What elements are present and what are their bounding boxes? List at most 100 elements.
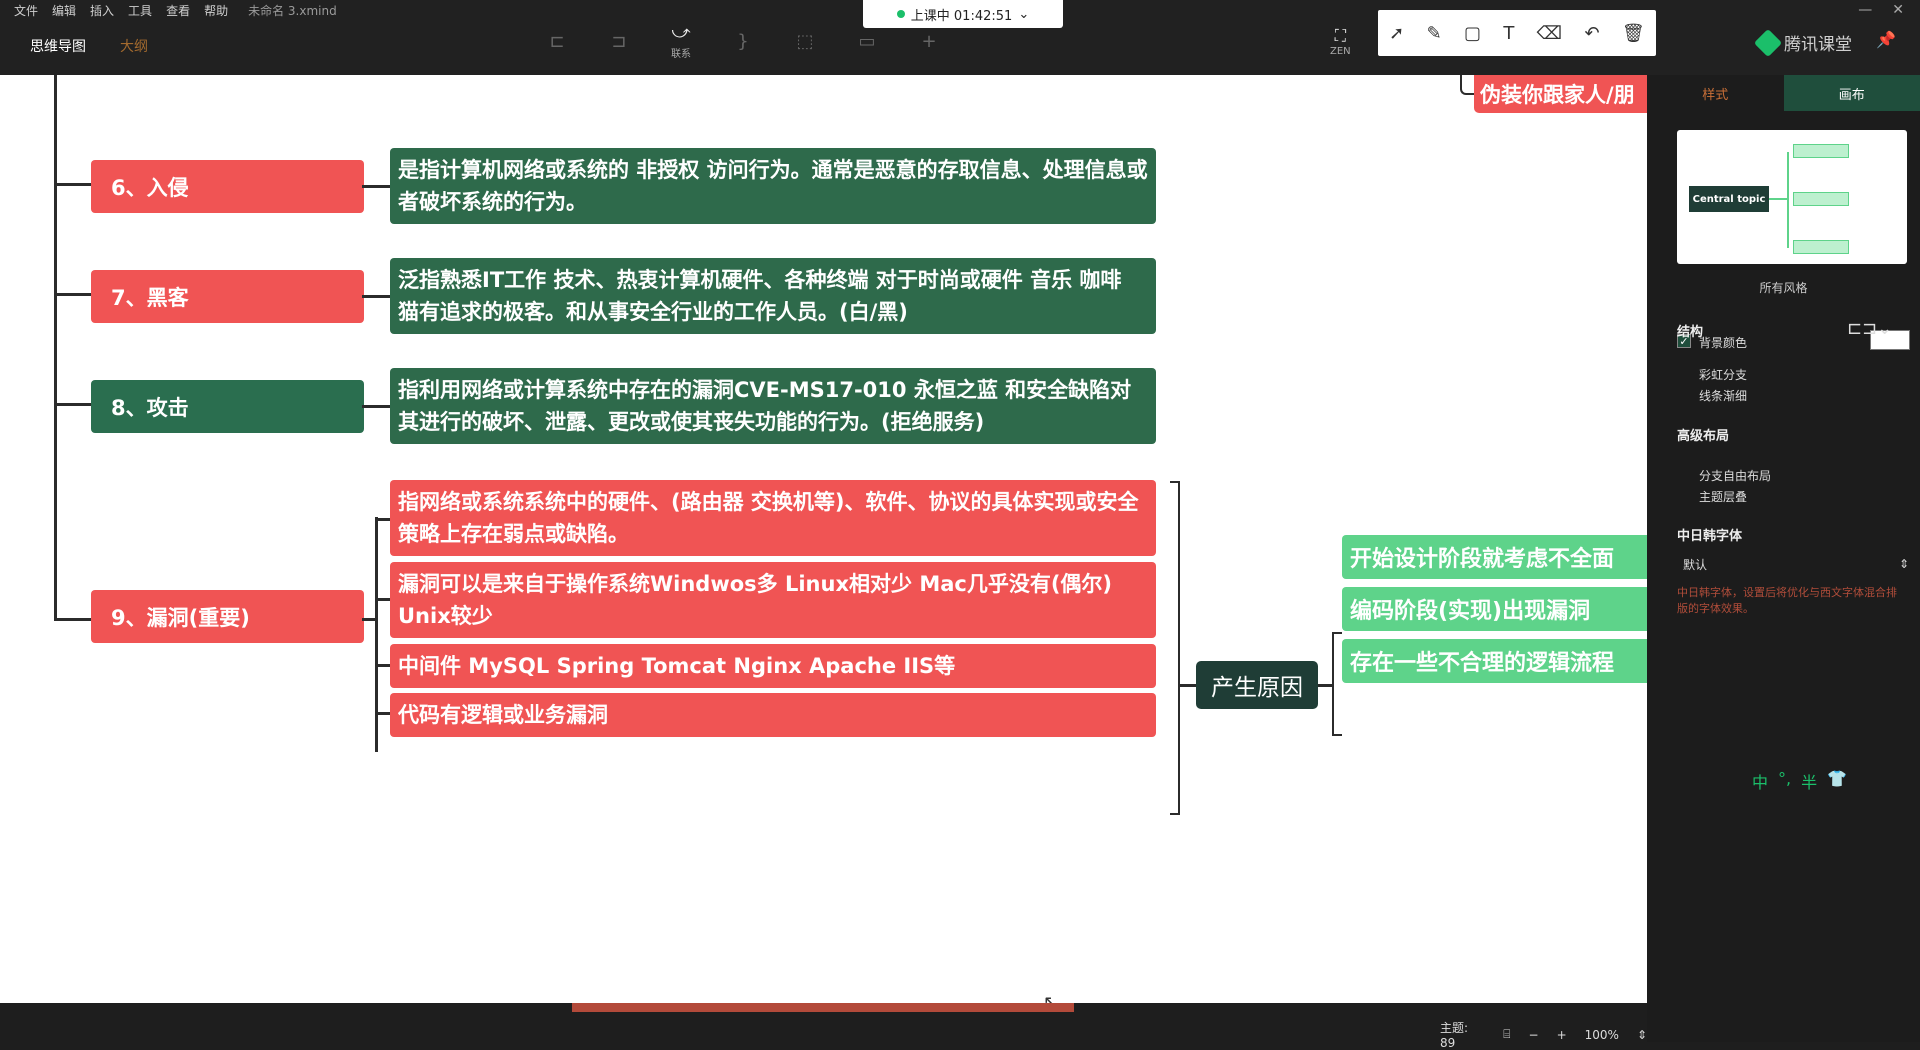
map-icon[interactable]: ⌸	[1503, 1027, 1510, 1042]
topic-vulnerability[interactable]: 9、漏洞(重要)	[91, 590, 364, 643]
menu-bar: 文件 编辑 插入 工具 查看 帮助 未命名 3.xmind	[0, 0, 337, 20]
mindmap-canvas[interactable]: 6、入侵 7、黑客 8、攻击 9、漏洞(重要) 是指计算机网络或系统的 非授权 …	[0, 75, 1647, 1003]
tab-outline[interactable]: 大纲	[120, 36, 148, 56]
undo-icon[interactable]: ↶	[1584, 23, 1599, 44]
brand-name: 腾讯课堂	[1784, 30, 1852, 55]
cjk-font-label: 中日韩字体	[1677, 525, 1742, 544]
live-status[interactable]: 上课中 01:42:51 ⌄	[863, 0, 1063, 28]
summary-button[interactable]: }	[726, 24, 760, 58]
definition-intrusion[interactable]: 是指计算机网络或系统的 非授权 访问行为。通常是恶意的存取信息、处理信息或者破坏…	[390, 148, 1156, 224]
horizontal-scrollbar[interactable]	[572, 1003, 1074, 1012]
pen-icon[interactable]: ✎	[1427, 23, 1442, 44]
definition-hacker[interactable]: 泛指熟悉IT工作 技术、热衷计算机硬件、各种终端 对于时尚或硬件 音乐 咖啡 猫…	[390, 258, 1156, 334]
branch-connector	[54, 618, 92, 621]
vulnerability-definition[interactable]: 指网络或系统系统中的硬件、(路由器 交换机等)、软件、协议的具体实现或安全策略上…	[390, 480, 1156, 556]
close-icon[interactable]: ✕	[1892, 2, 1904, 18]
all-styles-label[interactable]: 所有风格	[1647, 279, 1920, 296]
status-right: 主题: 89 ⌸ − + 100% ⇕	[1440, 1019, 1647, 1050]
branch-connector	[54, 183, 92, 186]
structure-icon[interactable]: ⊏⊐⌄	[1847, 318, 1892, 339]
pin-icon[interactable]: 📌	[1876, 30, 1896, 49]
chevron-down-icon[interactable]: ⌄	[1018, 7, 1029, 22]
topic-disguise-partial[interactable]: 伪装你跟家人/朋	[1474, 75, 1647, 113]
item-connector	[375, 664, 390, 667]
insert-button[interactable]: +	[912, 24, 946, 58]
updown-icon[interactable]: ⇕	[1637, 1028, 1647, 1042]
menu-edit[interactable]: 编辑	[52, 2, 76, 19]
definition-attack[interactable]: 指利用网络或计算系统中存在的漏洞CVE-MS17-010 永恒之蓝 和安全缺陷对…	[390, 368, 1156, 444]
branch-connector	[54, 403, 92, 406]
topic-hacker[interactable]: 7、黑客	[91, 270, 364, 323]
taper-lines-option[interactable]: 线条渐细	[1699, 387, 1747, 404]
summary-bracket	[1170, 481, 1180, 815]
vulnerability-code[interactable]: 代码有逻辑或业务漏洞	[390, 693, 1156, 737]
tab-style[interactable]: 样式	[1647, 75, 1784, 111]
cause-coding[interactable]: 编码阶段(实现)出现漏洞	[1342, 587, 1647, 631]
summary-icon: }	[737, 31, 748, 52]
summary-topic-causes[interactable]: 产生原因	[1196, 661, 1318, 709]
zen-label: ZEN	[1330, 46, 1351, 57]
cause-design[interactable]: 开始设计阶段就考虑不全面	[1342, 535, 1647, 579]
free-layout-option[interactable]: 分支自由布局	[1699, 467, 1771, 484]
topic-overlap-option[interactable]: 主题层叠	[1699, 488, 1747, 505]
rectangle-icon[interactable]: ▢	[1464, 23, 1481, 44]
tab-canvas[interactable]: 画布	[1784, 75, 1920, 111]
view-tabs: 思维导图 大纲	[30, 36, 148, 56]
rainbow-branch-option[interactable]: 彩虹分支	[1699, 366, 1747, 383]
mouse-cursor-icon: ↖	[1043, 992, 1058, 1003]
vulnerability-os[interactable]: 漏洞可以是来自于操作系统Windwos多 Linux相对少 Mac几乎没有(偶尔…	[390, 562, 1156, 638]
status-bar: 主题: 89 ⌸ − + 100% ⇕	[0, 1003, 1647, 1042]
ime-punctuation-icon: °,	[1778, 769, 1791, 793]
live-timer: 上课中 01:42:51	[911, 5, 1013, 24]
item-connector	[375, 518, 390, 521]
panel-tabs: 样式 画布	[1647, 75, 1920, 111]
partial-connector	[1460, 75, 1474, 95]
cause-logic[interactable]: 存在一些不合理的逻辑流程	[1342, 639, 1647, 683]
topic-connector	[362, 185, 390, 188]
tab-mindmap[interactable]: 思维导图	[30, 36, 86, 56]
preview-main-topic	[1793, 192, 1849, 206]
menu-file[interactable]: 文件	[14, 2, 38, 19]
zen-button[interactable]: ⛶ ZEN	[1330, 26, 1351, 57]
ime-toolbar[interactable]: 中 °, 半 👕	[1752, 769, 1847, 793]
eraser-icon[interactable]: ⌫	[1537, 23, 1562, 44]
vulnerability-middleware[interactable]: 中间件 MySQL Spring Tomcat Nginx Apache IIS…	[390, 644, 1156, 688]
preview-central-topic: Central topic	[1689, 186, 1769, 212]
delete-icon[interactable]: 🗑	[1622, 23, 1645, 44]
menu-view[interactable]: 查看	[166, 2, 190, 19]
topic-attack[interactable]: 8、攻击	[91, 380, 364, 433]
branch-line	[54, 75, 57, 621]
causes-bracket	[1332, 632, 1342, 736]
subtopic-icon: ⊐	[611, 31, 626, 52]
zoom-out-icon[interactable]: −	[1529, 1028, 1539, 1042]
topic-intrusion[interactable]: 6、入侵	[91, 160, 364, 213]
preview-line	[1769, 198, 1789, 200]
topic-connector	[362, 618, 376, 621]
pointer-icon[interactable]: ➚	[1389, 23, 1404, 44]
note-button[interactable]: ▭	[850, 24, 884, 58]
relation-label: 联系	[671, 45, 691, 60]
text-icon[interactable]: T	[1503, 23, 1514, 44]
file-name: 未命名 3.xmind	[248, 2, 337, 19]
menu-insert[interactable]: 插入	[90, 2, 114, 19]
subtopic-button[interactable]: ⊐	[602, 24, 636, 58]
boundary-button[interactable]: ⬚	[788, 24, 822, 58]
zoom-level[interactable]: 100%	[1585, 1028, 1619, 1042]
relation-button[interactable]: ⤻ 联系	[664, 24, 698, 58]
format-panel: 样式 画布 Central topic 所有风格 ✓ 背景颜色 结构 ⊏⊐⌄ 彩…	[1647, 75, 1920, 1042]
topic-connector	[362, 405, 390, 408]
menu-tools[interactable]: 工具	[128, 2, 152, 19]
topic-button[interactable]: ⊏	[540, 24, 574, 58]
ime-chinese-icon: 中	[1752, 769, 1768, 793]
minimize-icon[interactable]: —	[1858, 2, 1872, 18]
zoom-in-icon[interactable]: +	[1557, 1028, 1567, 1042]
menu-help[interactable]: 帮助	[204, 2, 228, 19]
cjk-font-value: 默认	[1683, 556, 1707, 573]
topic-count: 主题: 89	[1440, 1019, 1485, 1050]
cjk-font-select[interactable]: 默认 ⇕	[1677, 553, 1913, 575]
theme-preview[interactable]: Central topic	[1677, 130, 1907, 264]
annotation-toolbar: ➚ ✎ ▢ T ⌫ ↶ 🗑	[1378, 10, 1656, 56]
cjk-font-note: 中日韩字体，设置后将优化与西文字体混合排版的字体效果。	[1677, 585, 1907, 617]
relation-icon: ⤻	[671, 22, 690, 43]
background-color-label: 背景颜色	[1699, 334, 1747, 351]
